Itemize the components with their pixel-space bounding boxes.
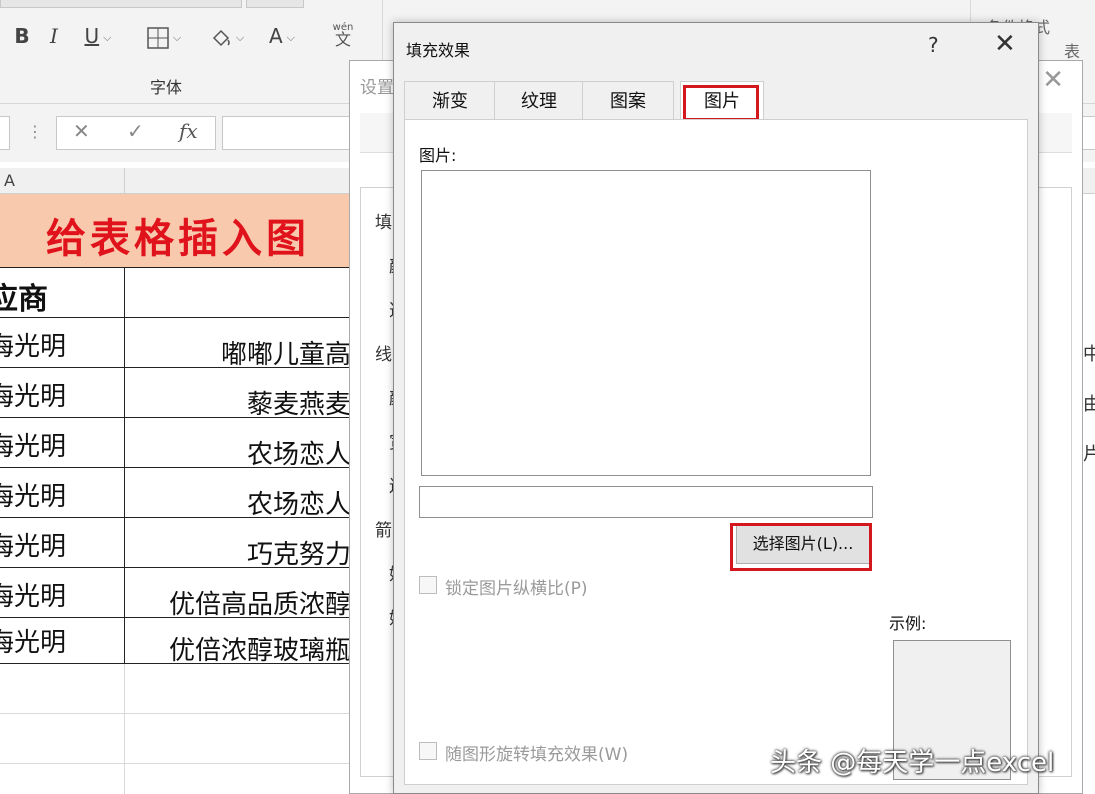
picture-preview bbox=[421, 170, 871, 476]
column-divider bbox=[124, 168, 125, 194]
chevron-down-icon: ⌵ bbox=[103, 30, 112, 44]
table-row[interactable]: 海光明 巧克努力 bbox=[0, 518, 360, 570]
sample-label: 示例: bbox=[889, 614, 927, 633]
sheet-title: 给表格插入图 bbox=[46, 215, 310, 262]
enter-icon[interactable]: ✓ bbox=[127, 119, 144, 143]
close-icon[interactable]: ✕ bbox=[1042, 65, 1064, 95]
phonetic-bottom: 文 bbox=[334, 30, 351, 49]
picture-label: 图片: bbox=[419, 146, 457, 165]
peek-text: 由 bbox=[1083, 394, 1095, 415]
underline-button[interactable]: U ⌵ bbox=[78, 22, 118, 50]
dialog-title: 填充效果 bbox=[406, 41, 471, 60]
table-row[interactable]: 海光明 优倍高品质浓醇 bbox=[0, 568, 360, 620]
product-cell: 优倍浓醇玻璃瓶 bbox=[168, 636, 351, 666]
table-row[interactable]: 海光明 藜麦燕麦 bbox=[0, 368, 360, 420]
watermark: 头条 @每天学一点excel bbox=[770, 748, 1055, 778]
font-size-combo[interactable] bbox=[246, 0, 304, 8]
column-header-a[interactable]: A bbox=[4, 171, 15, 190]
tab-texture[interactable]: 纹理 bbox=[494, 81, 584, 119]
insert-function-icon[interactable]: fx bbox=[179, 119, 198, 143]
chevron-down-icon: ⌵ bbox=[286, 30, 296, 44]
formula-bar-grip[interactable]: ⋮ bbox=[27, 122, 43, 141]
supplier-cell: 海光明 bbox=[0, 382, 67, 412]
phonetic-button[interactable]: wén 文 bbox=[318, 22, 368, 50]
fill-color-button[interactable]: ⌵ bbox=[204, 22, 250, 50]
format-label-fill: 填 bbox=[375, 213, 392, 233]
supplier-cell: 海光明 bbox=[0, 532, 67, 562]
italic-button[interactable]: I bbox=[44, 22, 64, 50]
gridline bbox=[0, 713, 360, 714]
product-cell: 巧克努力 bbox=[246, 540, 351, 570]
format-label-line: 线 bbox=[375, 345, 392, 365]
supplier-cell: 海光明 bbox=[0, 432, 67, 462]
fill-effects-dialog: 填充效果 ? ✕ 渐变 纹理 图案 图片 图片: 选择图片(L)... 锁定图片… bbox=[393, 22, 1039, 794]
font-color-button[interactable]: A ⌵ bbox=[260, 22, 304, 50]
gridline bbox=[124, 664, 125, 794]
table-row[interactable]: 海光明 农场恋人 bbox=[0, 418, 360, 470]
border-grid-icon bbox=[147, 26, 169, 49]
table-row[interactable]: 海光明 优倍浓醇玻璃瓶 bbox=[0, 614, 360, 666]
cell-border bbox=[124, 268, 125, 318]
tab-gradient[interactable]: 渐变 bbox=[404, 81, 496, 119]
product-cell: 农场恋人 bbox=[246, 440, 351, 470]
rotate-with-shape-label: 随图形旋转填充效果(W) bbox=[445, 745, 629, 765]
table-row[interactable]: 海光明 农场恋人 bbox=[0, 468, 360, 520]
table-header-row[interactable]: 应商 bbox=[0, 268, 360, 318]
lock-aspect-label: 锁定图片纵横比(P) bbox=[445, 579, 588, 599]
peek-text: 中 bbox=[1083, 344, 1095, 365]
sheet-title-cell[interactable]: 给表格插入图 bbox=[0, 194, 360, 268]
rotate-with-shape-checkbox[interactable] bbox=[419, 742, 437, 760]
picture-path-field[interactable] bbox=[419, 486, 873, 518]
underline-label: U bbox=[84, 24, 100, 48]
select-picture-button[interactable]: 选择图片(L)... bbox=[736, 524, 870, 564]
gridline bbox=[0, 763, 360, 764]
lock-aspect-checkbox[interactable] bbox=[419, 576, 437, 594]
supplier-cell: 海光明 bbox=[0, 582, 67, 612]
format-label-arrow: 箭 bbox=[375, 521, 392, 541]
peek-text: 片 bbox=[1083, 444, 1095, 465]
font-group-label: 字体 bbox=[150, 78, 183, 97]
name-box[interactable] bbox=[0, 116, 10, 150]
help-icon[interactable]: ? bbox=[928, 33, 939, 57]
cancel-icon[interactable]: ✕ bbox=[73, 119, 90, 143]
table-row[interactable]: 海光明 嘟嘟儿童高 bbox=[0, 318, 360, 370]
header-cell-supplier: 应商 bbox=[0, 282, 48, 317]
product-cell: 藜麦燕麦 bbox=[246, 390, 351, 420]
font-color-label: A bbox=[268, 24, 283, 48]
chevron-down-icon: ⌵ bbox=[235, 30, 245, 44]
paint-bucket-icon bbox=[212, 29, 230, 46]
picture-panel: 图片: 选择图片(L)... 锁定图片纵横比(P) 示例: 随图形旋转填充效果(… bbox=[404, 119, 1028, 785]
border-button[interactable]: ⌵ bbox=[140, 22, 188, 50]
bold-button[interactable]: B bbox=[12, 22, 32, 50]
close-icon[interactable]: ✕ bbox=[994, 29, 1016, 59]
supplier-cell: 海光明 bbox=[0, 482, 67, 512]
tab-picture[interactable]: 图片 bbox=[680, 81, 764, 120]
supplier-cell: 海光明 bbox=[0, 628, 67, 658]
font-name-combo[interactable] bbox=[0, 0, 242, 8]
product-cell: 嘟嘟儿童高 bbox=[220, 340, 351, 370]
format-dialog-title: 设置 bbox=[360, 78, 394, 98]
tab-pattern[interactable]: 图案 bbox=[582, 81, 674, 119]
chevron-down-icon: ⌵ bbox=[172, 30, 182, 44]
formula-buttons: ✕ ✓ fx bbox=[56, 116, 216, 150]
product-cell: 农场恋人 bbox=[246, 490, 351, 520]
supplier-cell: 海光明 bbox=[0, 332, 67, 362]
